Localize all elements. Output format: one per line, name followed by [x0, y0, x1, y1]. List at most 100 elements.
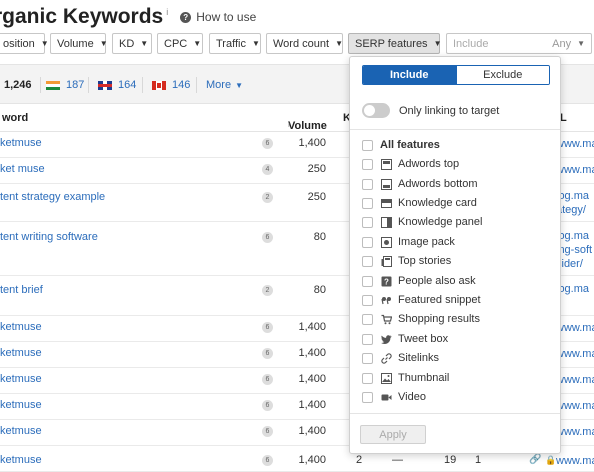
checkbox[interactable]: [362, 178, 373, 190]
only-linking-row: Only linking to target: [362, 103, 499, 118]
serp-features-filter[interactable]: SERP features ▼: [348, 33, 441, 54]
only-linking-label: Only linking to target: [399, 104, 500, 117]
checkbox[interactable]: [362, 236, 373, 248]
feature-option-image-pack[interactable]: Image pack: [362, 235, 455, 249]
cpc-filter[interactable]: CPC ▼: [157, 33, 203, 54]
feature-label: Top stories: [398, 255, 452, 267]
serp-count-badge: 6: [262, 374, 273, 385]
url-link[interactable]: log.ma ing-soft sider/: [556, 229, 592, 271]
url-column-header[interactable]: L: [560, 112, 567, 124]
checkbox[interactable]: [362, 216, 373, 228]
keyword-link[interactable]: ketmuse: [0, 347, 42, 359]
feature-option-knowledge-panel[interactable]: Knowledge panel: [362, 215, 482, 229]
divider: [350, 413, 560, 414]
divider: [350, 129, 560, 130]
feature-label: Knowledge card: [398, 197, 477, 209]
keyword-link[interactable]: ketmuse: [0, 425, 42, 437]
keyword-link[interactable]: tent brief: [0, 284, 43, 296]
keyword-link[interactable]: tent writing software: [0, 231, 98, 243]
url-link[interactable]: www.ma: [556, 163, 594, 177]
feature-option-top-stories[interactable]: Top stories: [362, 254, 451, 268]
country-ca[interactable]: 146: [152, 79, 190, 91]
keyword-link[interactable]: tent strategy example: [0, 191, 105, 203]
serp-count-badge: 6: [262, 348, 273, 359]
feature-option-video[interactable]: Video: [362, 390, 426, 404]
feature-option-adwords-top[interactable]: Adwords top: [362, 157, 459, 171]
keyword-link[interactable]: ketmuse: [0, 321, 42, 333]
checkbox[interactable]: [362, 255, 373, 267]
country-in[interactable]: 187: [46, 79, 84, 91]
checkbox[interactable]: [362, 333, 373, 345]
serp-count-badge: 2: [262, 285, 273, 296]
serp-count-badge: 6: [262, 322, 273, 333]
feature-label: Video: [398, 391, 426, 403]
checkbox[interactable]: [362, 313, 373, 325]
serp-count-badge: 4: [262, 164, 273, 175]
how-to-use-link[interactable]: ? How to use: [180, 10, 256, 24]
any-select[interactable]: Any: [552, 38, 571, 50]
kd-filter[interactable]: KD ▼: [112, 33, 152, 54]
url-link[interactable]: www.ma: [556, 347, 594, 361]
checkbox[interactable]: [362, 197, 373, 209]
country-gb[interactable]: 164: [98, 79, 136, 91]
country-gb-count: 164: [118, 79, 137, 91]
feature-option-knowledge-card[interactable]: Knowledge card: [362, 196, 477, 210]
keyword-column-header[interactable]: word: [2, 112, 28, 124]
keyword-link[interactable]: ketmuse: [0, 399, 42, 411]
keyword-link[interactable]: ket muse: [0, 163, 45, 175]
more-countries-button[interactable]: More ▼: [206, 79, 243, 91]
feature-option-sitelinks[interactable]: Sitelinks: [362, 351, 439, 365]
how-to-use-label: How to use: [196, 10, 257, 24]
all-features-option[interactable]: All features: [362, 138, 440, 152]
exclude-tab[interactable]: Exclude: [455, 66, 549, 84]
feature-option-adwords-bottom[interactable]: Adwords bottom: [362, 177, 477, 191]
url-link[interactable]: www.ma: [556, 137, 594, 151]
checkbox[interactable]: [362, 158, 373, 170]
total-count: 1,246: [4, 79, 32, 91]
traffic-filter[interactable]: Traffic ▼: [209, 33, 261, 54]
checkbox[interactable]: [362, 275, 373, 287]
keyword-link[interactable]: ketmuse: [0, 373, 42, 385]
volume-filter[interactable]: Volume ▼: [50, 33, 108, 54]
keyword-link[interactable]: ketmuse: [0, 454, 42, 466]
word-count-filter[interactable]: Word count ▼: [266, 33, 343, 54]
url-link[interactable]: www.ma: [556, 399, 594, 413]
include-input[interactable]: Include Any ▼: [446, 33, 592, 54]
url-link[interactable]: www.ma: [556, 373, 594, 387]
feature-option-shopping-results[interactable]: Shopping results: [362, 312, 480, 326]
checkbox[interactable]: [362, 391, 373, 403]
position-filter[interactable]: osition ▼: [0, 33, 49, 54]
volume-value: 250: [307, 191, 326, 203]
link-icon[interactable]: 🔗: [529, 454, 541, 465]
checkbox[interactable]: [362, 352, 373, 364]
checkbox[interactable]: [362, 294, 373, 306]
checkbox[interactable]: [362, 139, 373, 151]
chevron-down-icon: ▼: [335, 39, 343, 48]
feature-option-featured-snippet[interactable]: Featured snippet: [362, 293, 481, 307]
chevron-down-icon: ▼: [235, 80, 243, 90]
apply-button[interactable]: Apply: [360, 425, 426, 444]
keyword-link[interactable]: ketmuse: [0, 137, 42, 149]
cpc-value: 19: [444, 454, 457, 466]
include-tab[interactable]: Include: [363, 66, 456, 84]
feature-option-thumbnail[interactable]: Thumbnail: [362, 371, 449, 385]
info-icon: i: [288, 120, 290, 129]
link-icon: [380, 352, 392, 364]
cpc-filter-label: CPC: [164, 37, 188, 50]
info-icon[interactable]: i: [166, 7, 168, 17]
feature-option-people-also-ask[interactable]: ? People also ask: [362, 274, 476, 288]
serp-count-badge: 6: [262, 426, 273, 437]
feature-option-tweet-box[interactable]: Tweet box: [362, 332, 448, 346]
url-link[interactable]: www.ma: [556, 321, 594, 335]
divider: [142, 77, 143, 93]
url-link[interactable]: www.ma: [556, 425, 594, 439]
url-link[interactable]: www.ma: [556, 454, 594, 468]
checkbox[interactable]: [362, 372, 373, 384]
feature-label: Featured snippet: [398, 294, 481, 306]
ad-icon: [380, 158, 392, 170]
india-flag-icon: [46, 80, 60, 90]
question-icon: ?: [380, 275, 392, 287]
country-in-count: 187: [66, 79, 85, 91]
feature-label: Adwords top: [398, 158, 460, 170]
only-linking-toggle[interactable]: [362, 103, 390, 118]
